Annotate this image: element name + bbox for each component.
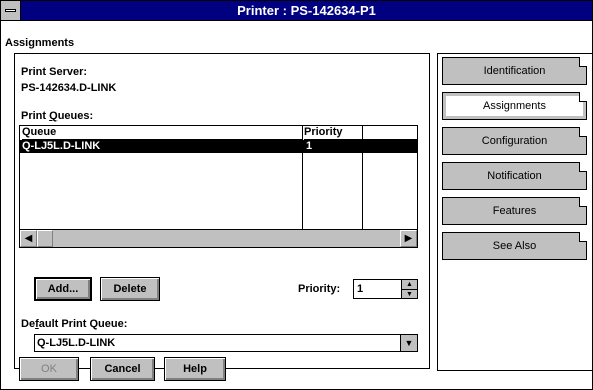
tab-corner bbox=[579, 57, 587, 67]
tab-corner bbox=[579, 197, 587, 207]
minus-icon bbox=[5, 9, 16, 12]
add-button[interactable]: Add... bbox=[34, 277, 92, 301]
default-queue-value: Q-LJ5L.D-LINK bbox=[37, 337, 116, 349]
arrow-down-icon: ▼ bbox=[406, 291, 413, 298]
priority-value[interactable]: 1 bbox=[357, 283, 363, 295]
ok-button[interactable]: OK bbox=[19, 357, 79, 381]
delete-button[interactable]: Delete bbox=[100, 277, 160, 301]
tab-configuration[interactable]: Configuration bbox=[442, 127, 587, 155]
title-bar: Printer : PS-142634-P1 bbox=[1, 1, 592, 21]
scroll-thumb[interactable] bbox=[37, 230, 53, 247]
default-queue-dropdown[interactable]: Q-LJ5L.D-LINK ▼ bbox=[34, 334, 418, 352]
dialog-client: Assignments Print Server: PS-142634.D-LI… bbox=[1, 21, 592, 389]
print-queues-label: Print Queues: bbox=[21, 110, 94, 122]
section-title: Assignments bbox=[5, 37, 75, 49]
system-menu-button[interactable] bbox=[1, 1, 21, 20]
tab-identification[interactable]: Identification bbox=[442, 57, 587, 85]
tab-see-also[interactable]: See Also bbox=[442, 232, 587, 260]
tab-corner bbox=[579, 162, 587, 172]
cancel-button[interactable]: Cancel bbox=[90, 357, 155, 381]
priority-cell: 1 bbox=[306, 140, 313, 152]
priority-spinner[interactable]: 1 ▲ ▼ bbox=[353, 279, 418, 299]
tab-corner bbox=[579, 232, 587, 242]
arrow-right-icon: ▶ bbox=[404, 233, 413, 244]
tab-notification[interactable]: Notification bbox=[442, 162, 587, 190]
column-header-queue[interactable]: Queue bbox=[22, 126, 302, 140]
default-queue-label: Default Print Queue: bbox=[21, 318, 128, 330]
scroll-left-button[interactable]: ◀ bbox=[20, 230, 37, 247]
help-button[interactable]: Help bbox=[164, 357, 226, 381]
priority-label: Priority: bbox=[298, 283, 341, 295]
tab-corner bbox=[579, 127, 587, 137]
printer-dialog: Printer : PS-142634-P1 Assignments Print… bbox=[0, 0, 593, 390]
spin-up-button[interactable]: ▲ bbox=[401, 280, 417, 289]
arrow-left-icon: ◀ bbox=[24, 233, 33, 244]
chevron-down-icon: ▼ bbox=[404, 338, 414, 348]
print-server-label: Print Server: bbox=[21, 66, 88, 78]
print-queues-list[interactable]: Queue Priority Q-LJ5L.D-LINK 1 ◀ ▶ bbox=[19, 125, 418, 248]
arrow-up-icon: ▲ bbox=[406, 281, 413, 288]
table-row[interactable]: Q-LJ5L.D-LINK 1 bbox=[20, 140, 417, 153]
scroll-right-button[interactable]: ▶ bbox=[400, 230, 417, 247]
tab-features[interactable]: Features bbox=[442, 197, 587, 225]
column-header-priority[interactable]: Priority bbox=[304, 126, 362, 140]
window-title: Printer : PS-142634-P1 bbox=[237, 3, 376, 18]
dropdown-button[interactable]: ▼ bbox=[400, 335, 417, 351]
print-server-value: PS-142634.D-LINK bbox=[21, 82, 117, 94]
horizontal-scrollbar[interactable]: ◀ ▶ bbox=[20, 229, 417, 247]
column-header-empty bbox=[363, 126, 417, 140]
tab-corner bbox=[579, 92, 587, 102]
tab-assignments[interactable]: Assignments bbox=[442, 92, 587, 120]
spin-down-button[interactable]: ▼ bbox=[401, 289, 417, 298]
queue-cell: Q-LJ5L.D-LINK bbox=[22, 140, 101, 152]
